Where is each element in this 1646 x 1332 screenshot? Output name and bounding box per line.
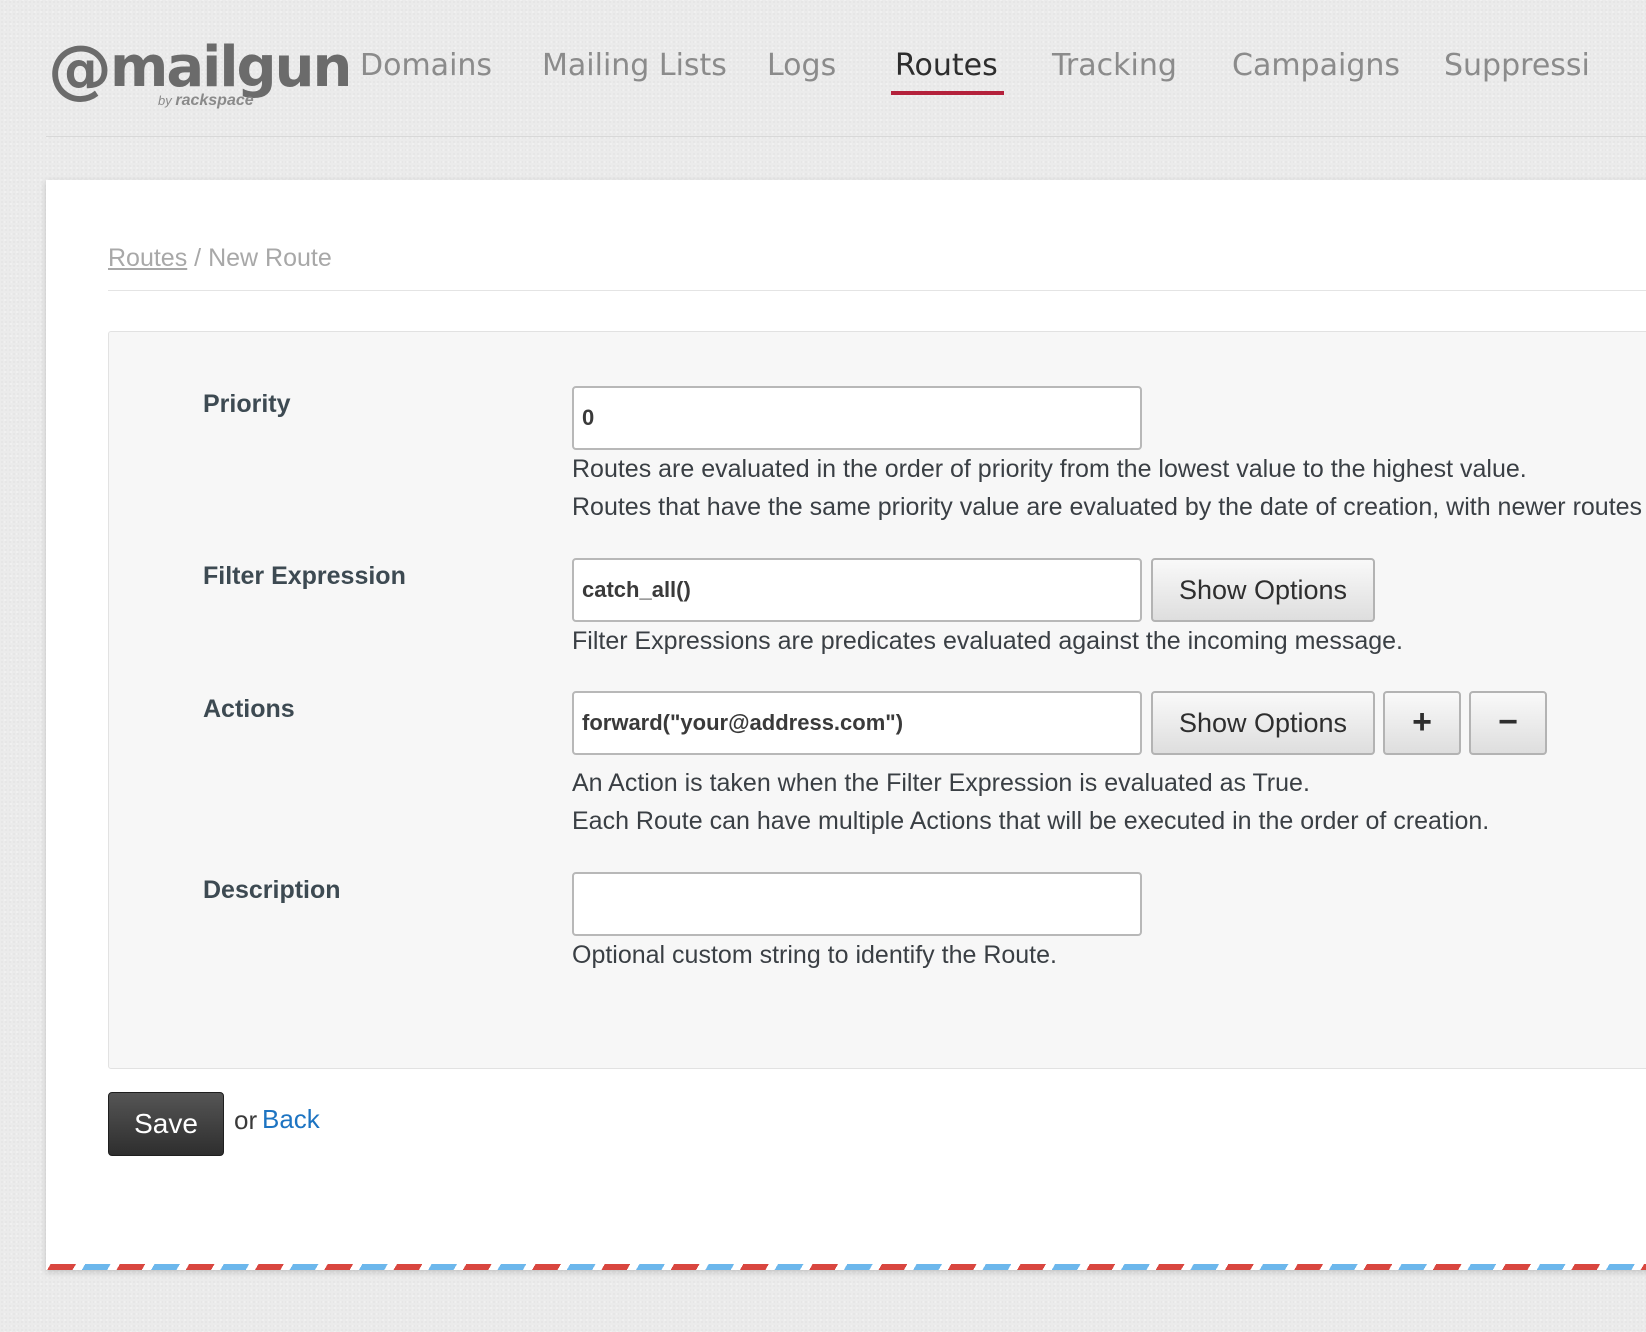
breadcrumb: Routes / New Route xyxy=(108,244,332,273)
nav-item-mailing-lists[interactable]: Mailing Lists xyxy=(542,48,727,95)
breadcrumb-divider xyxy=(108,290,1646,291)
actions-show-options-button[interactable]: Show Options xyxy=(1151,691,1375,755)
actions-label: Actions xyxy=(203,695,295,723)
back-link[interactable]: Back xyxy=(262,1104,320,1135)
breadcrumb-current: New Route xyxy=(208,244,332,272)
priority-input[interactable] xyxy=(572,386,1142,450)
airmail-border xyxy=(46,1264,1646,1270)
description-label: Description xyxy=(203,876,341,904)
header-divider xyxy=(46,136,1646,137)
top-header: @ mailgun by rackspace Domains Mailing L… xyxy=(0,0,1646,138)
logo-company: rackspace xyxy=(175,92,254,109)
nav-item-logs[interactable]: Logs xyxy=(767,48,836,95)
filter-expression-help: Filter Expressions are predicates evalua… xyxy=(572,627,1403,655)
breadcrumb-separator: / xyxy=(187,244,209,272)
priority-help-2: Routes that have the same priority value… xyxy=(572,493,1643,521)
filter-show-options-button[interactable]: Show Options xyxy=(1151,558,1375,622)
logo-at-icon: @ xyxy=(48,33,112,107)
nav-item-suppressions[interactable]: Suppressi xyxy=(1444,48,1590,95)
nav-item-routes[interactable]: Routes xyxy=(891,48,1004,95)
main-card: Routes / New Route Priority Routes are e… xyxy=(46,180,1646,1270)
priority-help-1: Routes are evaluated in the order of pri… xyxy=(572,455,1527,483)
logo-byline: by rackspace xyxy=(158,92,254,110)
logo-by: by xyxy=(158,93,172,108)
nav-item-tracking[interactable]: Tracking xyxy=(1052,48,1177,95)
actions-help-2: Each Route can have multiple Actions tha… xyxy=(572,807,1490,835)
priority-label: Priority xyxy=(203,390,291,418)
breadcrumb-routes-link[interactable]: Routes xyxy=(108,244,187,272)
filter-expression-input[interactable] xyxy=(572,558,1142,622)
route-form: Priority Routes are evaluated in the ord… xyxy=(108,331,1646,1069)
nav-item-domains[interactable]: Domains xyxy=(360,48,492,95)
or-text: or xyxy=(234,1105,258,1135)
save-button[interactable]: Save xyxy=(108,1092,224,1156)
add-action-button[interactable]: + xyxy=(1383,691,1461,755)
nav-item-campaigns[interactable]: Campaigns xyxy=(1232,48,1400,95)
description-input[interactable] xyxy=(572,872,1142,936)
description-help: Optional custom string to identify the R… xyxy=(572,941,1057,969)
actions-help-1: An Action is taken when the Filter Expre… xyxy=(572,769,1310,797)
remove-action-button[interactable]: − xyxy=(1469,691,1547,755)
filter-expression-label: Filter Expression xyxy=(203,562,406,590)
actions-input[interactable] xyxy=(572,691,1142,755)
mailgun-logo[interactable]: @ mailgun by rackspace xyxy=(48,33,352,110)
